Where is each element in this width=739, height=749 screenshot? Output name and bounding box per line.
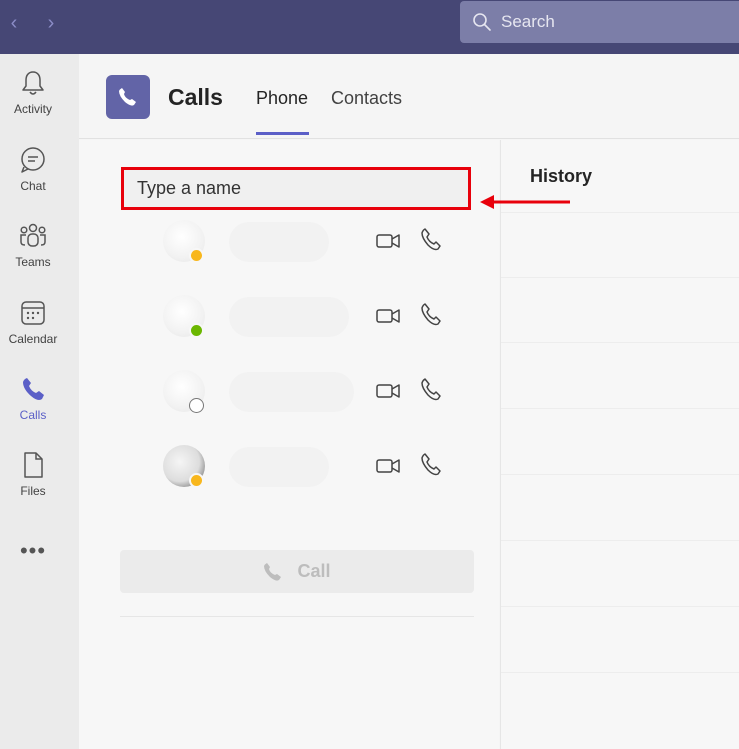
- presence-away-icon: [189, 248, 204, 263]
- main-content: Calls Phone Contacts Type a name Call Hi…: [79, 54, 739, 749]
- history-row-divider: [501, 672, 739, 673]
- phone-icon: [23, 378, 44, 400]
- chat-icon: [21, 147, 45, 173]
- search-box[interactable]: Search: [460, 1, 739, 43]
- rail-item-calls[interactable]: Calls: [0, 374, 66, 444]
- phone-icon: [119, 88, 136, 106]
- app-rail: Activity Chat Teams Calendar Calls Files…: [0, 54, 79, 749]
- rail-label-chat: Chat: [20, 179, 46, 193]
- rail-item-chat[interactable]: Chat: [0, 145, 66, 215]
- presence-offline-icon: [189, 398, 204, 413]
- rail-label-calls: Calls: [19, 408, 47, 422]
- phone-icon: [264, 562, 282, 581]
- calls-app-icon: [106, 75, 150, 119]
- search-icon: [473, 13, 491, 31]
- history-row-divider: [501, 342, 739, 343]
- history-row-divider: [501, 277, 739, 278]
- audio-call-icon[interactable]: [420, 377, 442, 401]
- history-row-divider: [501, 212, 739, 213]
- rail-item-activity[interactable]: Activity: [0, 68, 66, 138]
- audio-call-icon[interactable]: [420, 452, 442, 476]
- calls-header: Calls Phone Contacts: [79, 54, 739, 139]
- presence-available-icon: [189, 323, 204, 338]
- video-call-icon[interactable]: [375, 230, 401, 252]
- forward-arrow-icon[interactable]: ›: [42, 12, 60, 34]
- title-bar: ‹ › Search: [0, 0, 739, 54]
- audio-call-icon[interactable]: [420, 227, 442, 251]
- contact-name-redacted: [229, 447, 329, 487]
- history-title: History: [530, 166, 593, 186]
- history-panel: History: [500, 140, 739, 749]
- rail-label-teams: Teams: [15, 255, 51, 269]
- rail-label-activity: Activity: [13, 102, 52, 116]
- speed-dial-contact[interactable]: [79, 214, 499, 274]
- speed-dial-contact[interactable]: [79, 289, 499, 349]
- dial-panel: Call: [79, 140, 499, 749]
- tab-phone[interactable]: Phone: [256, 88, 308, 109]
- audio-call-icon[interactable]: [420, 302, 442, 326]
- call-button[interactable]: Call: [120, 550, 474, 593]
- video-call-icon[interactable]: [375, 305, 401, 327]
- call-button-label: Call: [297, 561, 331, 581]
- history-row-divider: [501, 606, 739, 607]
- speed-dial-contact[interactable]: [79, 364, 499, 424]
- rail-item-files[interactable]: Files: [0, 450, 66, 520]
- rail-item-calendar[interactable]: Calendar: [0, 298, 66, 368]
- speed-dial-contact[interactable]: [79, 439, 499, 499]
- contact-name-redacted: [229, 222, 329, 262]
- annotation-arrow-icon: [480, 195, 570, 209]
- name-search-input[interactable]: [121, 167, 471, 210]
- file-icon: [24, 452, 43, 478]
- rail-item-teams[interactable]: Teams: [0, 221, 66, 291]
- more-apps-icon[interactable]: •••: [0, 538, 66, 564]
- history-row-divider: [501, 474, 739, 475]
- bell-icon: [22, 71, 44, 95]
- tab-contacts[interactable]: Contacts: [331, 88, 402, 109]
- calendar-icon: [21, 301, 45, 325]
- history-row-divider: [501, 540, 739, 541]
- search-placeholder: Search: [501, 12, 555, 31]
- contact-name-redacted: [229, 297, 349, 337]
- tab-selected-indicator: [256, 132, 309, 135]
- teams-icon: [20, 223, 46, 247]
- presence-away-icon: [189, 473, 204, 488]
- rail-label-files: Files: [20, 484, 46, 498]
- video-call-icon[interactable]: [375, 380, 401, 402]
- divider: [120, 616, 474, 617]
- history-row-divider: [501, 408, 739, 409]
- rail-label-calendar: Calendar: [8, 332, 58, 346]
- contact-name-redacted: [229, 372, 354, 412]
- page-title: Calls: [168, 84, 223, 110]
- back-arrow-icon[interactable]: ‹: [5, 12, 23, 34]
- video-call-icon[interactable]: [375, 455, 401, 477]
